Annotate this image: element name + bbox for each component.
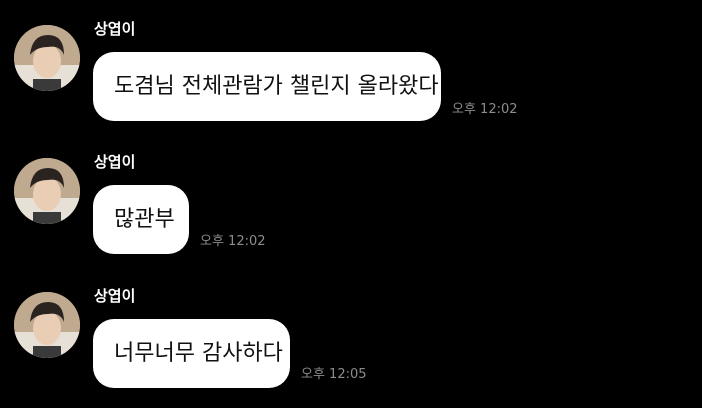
avatar[interactable] (14, 292, 80, 358)
message-time: 오후 12:02 (200, 234, 266, 249)
message-bubble[interactable]: 많관부 (93, 185, 189, 254)
message-time: 오후 12:02 (452, 102, 518, 117)
sender-name: 상엽이 (94, 153, 136, 171)
chat-window: 상엽이 도겸님 전체관람가 챌린지 올라왔다 오후 12:02 상엽이 많관부 … (0, 0, 702, 408)
avatar[interactable] (14, 25, 80, 91)
avatar[interactable] (14, 158, 80, 224)
profile-photo-icon (14, 158, 80, 224)
message-bubble[interactable]: 너무너무 감사하다 (93, 319, 290, 388)
message-time: 오후 12:05 (301, 367, 367, 382)
profile-photo-icon (14, 25, 80, 91)
sender-name: 상엽이 (94, 20, 136, 38)
sender-name: 상엽이 (94, 287, 136, 305)
profile-photo-icon (14, 292, 80, 358)
message-bubble[interactable]: 도겸님 전체관람가 챌린지 올라왔다 (93, 52, 441, 121)
